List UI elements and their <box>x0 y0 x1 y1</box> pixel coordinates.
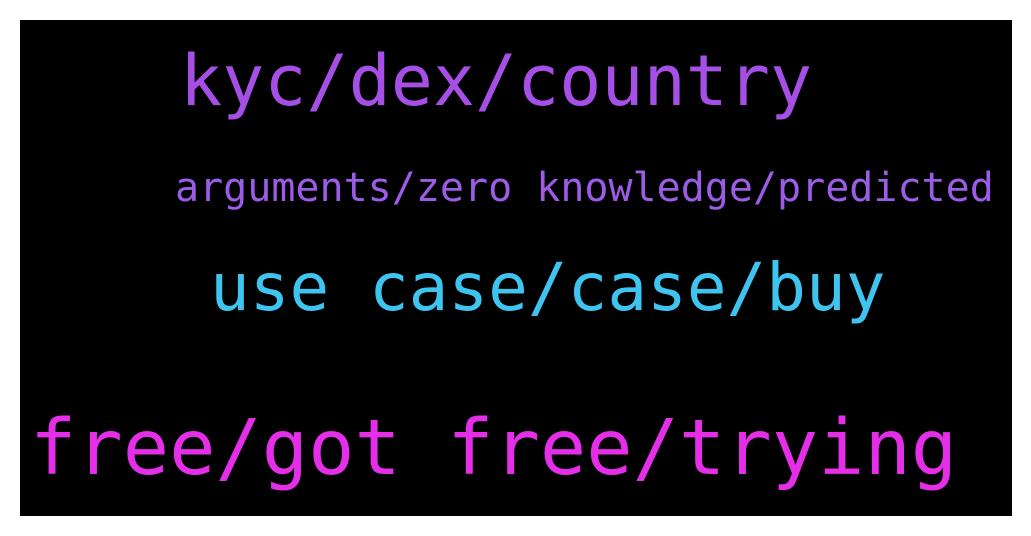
word-kyc-dex-country: kyc/dex/country <box>180 40 813 122</box>
word-arguments-zero-knowledge-predicted: arguments/zero knowledge/predicted <box>175 165 994 211</box>
word-cloud-canvas: kyc/dex/country arguments/zero knowledge… <box>20 20 1012 516</box>
word-use-case-case-buy: use case/case/buy <box>210 249 886 326</box>
word-free-got-free-trying: free/got free/trying <box>30 404 958 493</box>
